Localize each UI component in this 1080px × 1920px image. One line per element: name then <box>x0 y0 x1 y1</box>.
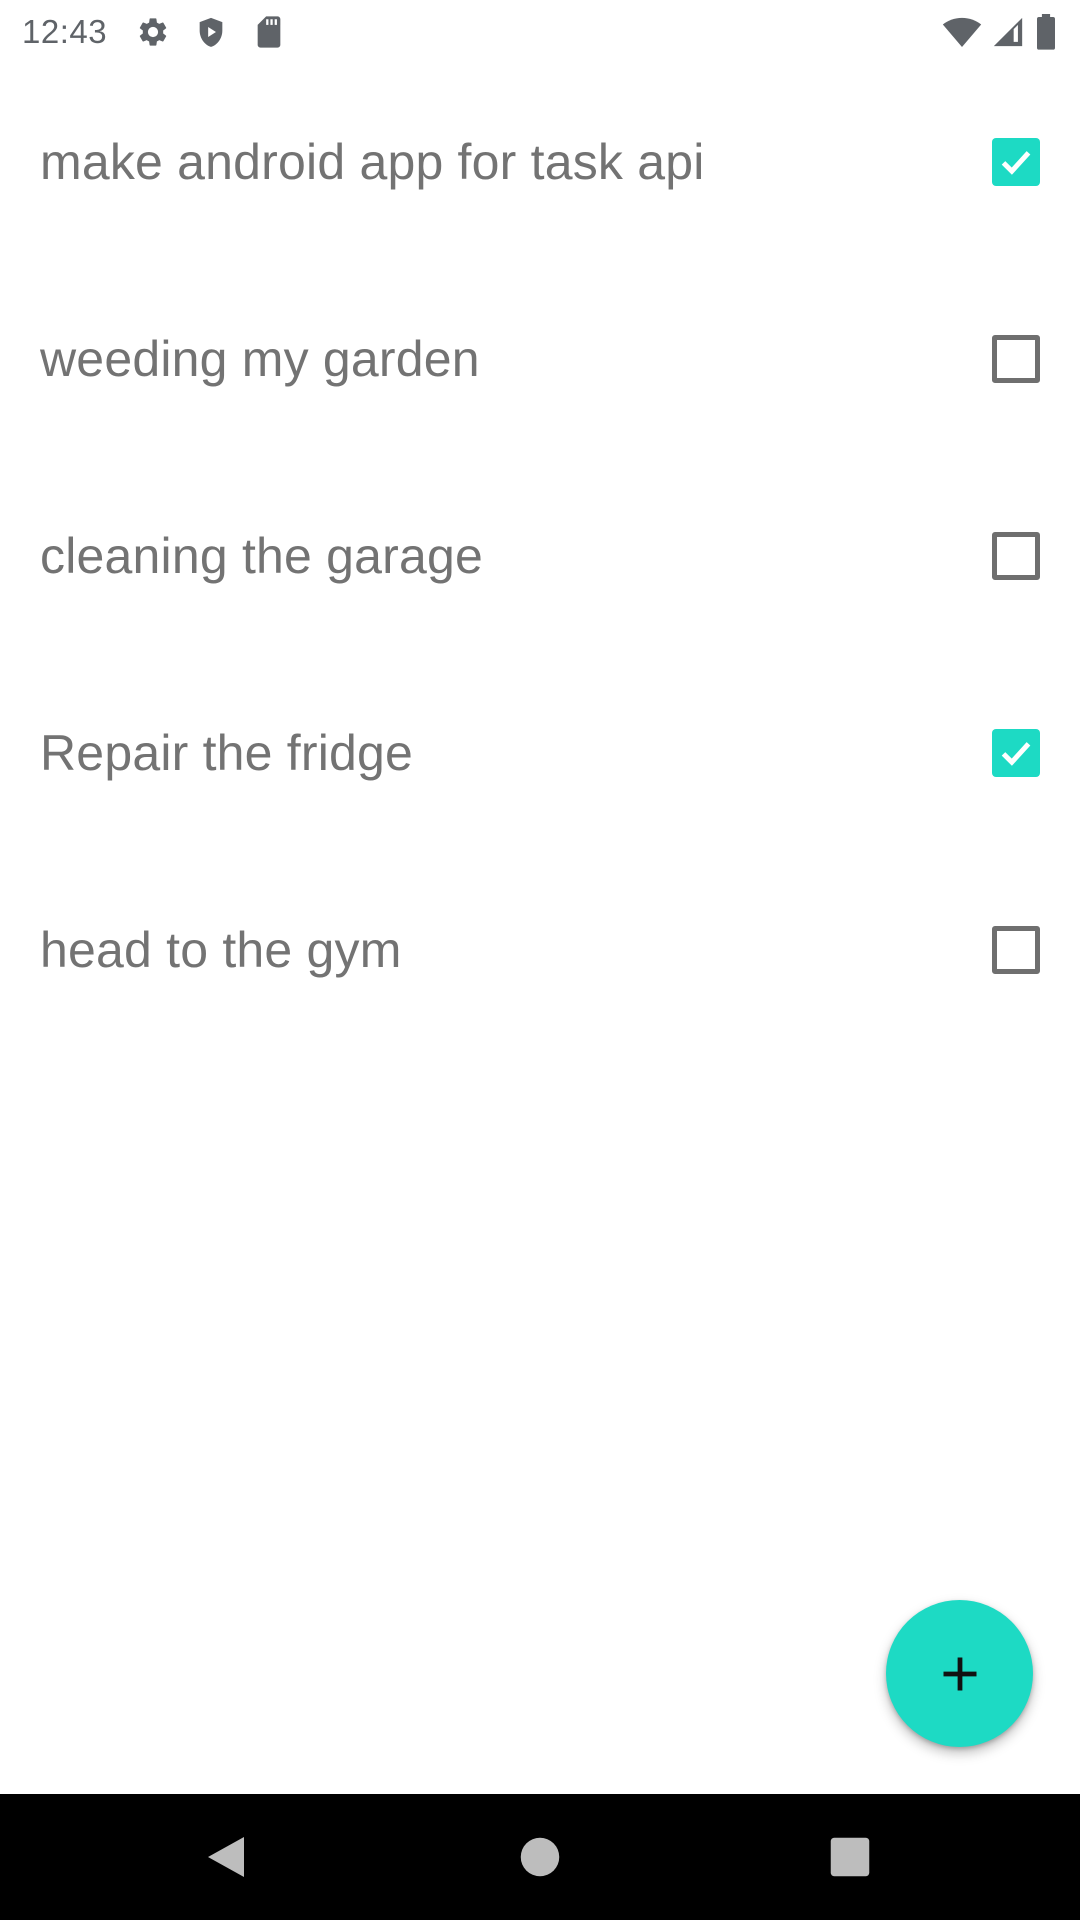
battery-icon <box>1034 13 1058 50</box>
wifi-icon <box>942 14 982 50</box>
task-label: weeding my garden <box>40 330 480 387</box>
sd-card-icon <box>251 14 287 50</box>
home-icon <box>520 1837 560 1877</box>
task-checkbox[interactable] <box>992 137 1040 186</box>
back-button[interactable] <box>166 1794 286 1920</box>
home-button[interactable] <box>480 1794 600 1920</box>
task-label: make android app for task api <box>40 133 705 190</box>
task-row[interactable]: cleaning the garage <box>0 457 1080 654</box>
cell-signal-icon <box>990 14 1026 50</box>
check-icon <box>1001 150 1031 175</box>
task-row[interactable]: head to the gym <box>0 851 1080 1048</box>
task-checkbox[interactable] <box>992 925 1040 974</box>
screen: 12:43 make android app for task api weed… <box>0 0 1080 1920</box>
shield-play-icon <box>193 14 229 50</box>
status-bar: 12:43 <box>0 0 1080 63</box>
task-checkbox[interactable] <box>992 334 1040 383</box>
status-bar-left: 12:43 <box>0 13 287 51</box>
task-checkbox[interactable] <box>992 531 1040 580</box>
add-task-button[interactable] <box>886 1600 1033 1747</box>
recents-button[interactable] <box>790 1794 910 1920</box>
task-label: head to the gym <box>40 921 402 978</box>
plus-icon <box>943 1657 976 1690</box>
task-checkbox[interactable] <box>992 728 1040 777</box>
task-row[interactable]: weeding my garden <box>0 260 1080 457</box>
status-time: 12:43 <box>22 12 108 50</box>
check-icon <box>1001 741 1031 766</box>
status-bar-right <box>942 13 1080 50</box>
task-row[interactable]: Repair the fridge <box>0 654 1080 851</box>
settings-icon <box>135 14 171 50</box>
task-label: cleaning the garage <box>40 527 484 584</box>
task-label: Repair the fridge <box>40 724 414 781</box>
recents-icon <box>830 1837 870 1877</box>
back-icon <box>208 1837 244 1877</box>
task-list: make android app for task api weeding my… <box>0 63 1080 1048</box>
task-row[interactable]: make android app for task api <box>0 63 1080 260</box>
nav-bar <box>0 1794 1080 1920</box>
